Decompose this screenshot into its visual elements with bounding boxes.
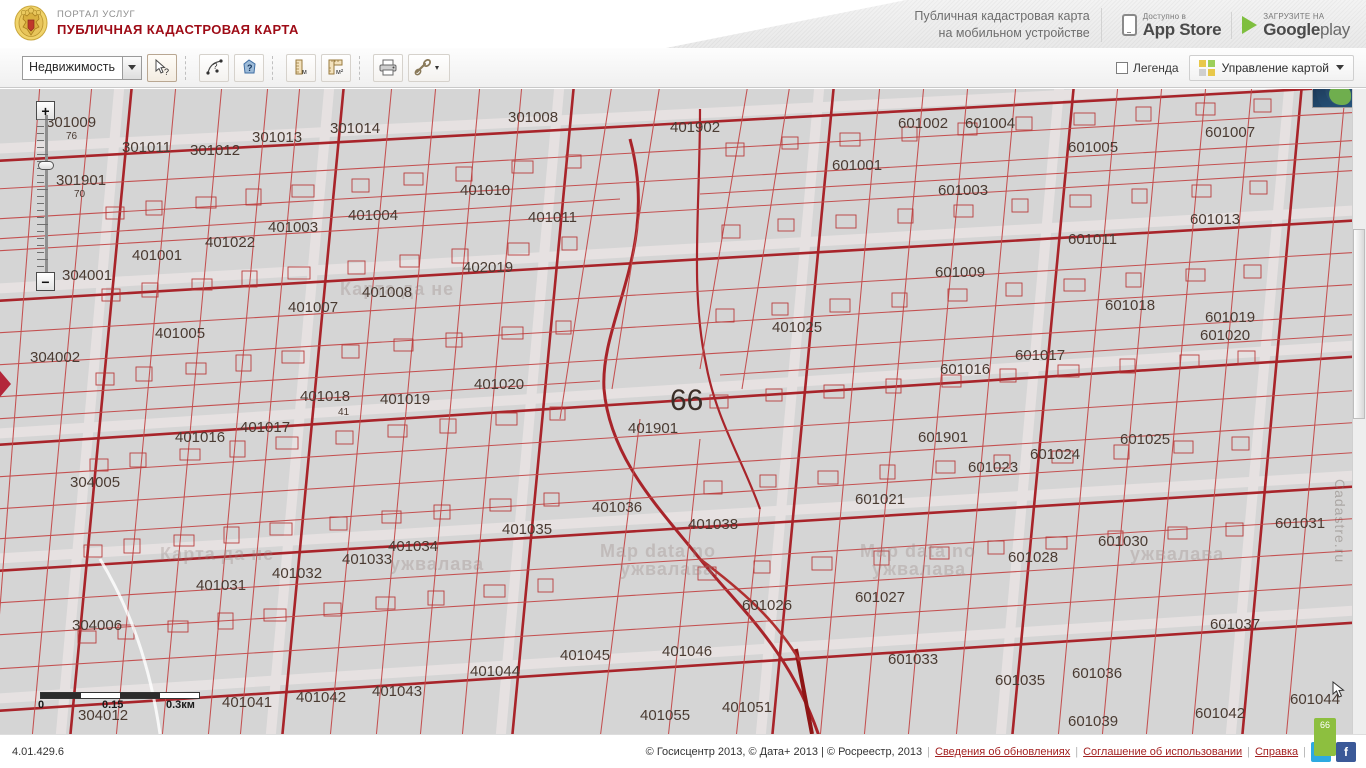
scale-bar-strip xyxy=(40,692,200,699)
rating-badge[interactable]: 66 xyxy=(1314,718,1336,756)
map-viewport[interactable]: Карта да не Карта да не Map data no ужва… xyxy=(0,89,1366,734)
toolbar-separator xyxy=(185,55,186,80)
brand-title: ПУБЛИЧНАЯ КАДАСТРОВАЯ КАРТА xyxy=(57,21,299,37)
scale-tick-1: 0.15 xyxy=(102,699,124,711)
google-play-label: Googleplay xyxy=(1263,19,1350,39)
polyline-query-button[interactable]: ? xyxy=(199,53,229,82)
play-triangle-icon xyxy=(1242,16,1258,34)
cadastral-map-canvas[interactable] xyxy=(0,89,1366,734)
layer-select-toggle[interactable] xyxy=(122,56,141,79)
legend-label: Легенда xyxy=(1132,60,1179,75)
link-button[interactable] xyxy=(408,53,450,82)
public-cadastral-map-app: ПОРТАЛ УСЛУГ ПУБЛИЧНАЯ КАДАСТРОВАЯ КАРТА… xyxy=(0,0,1366,768)
svg-text:?: ? xyxy=(247,63,253,73)
polygon-query-button[interactable]: ? xyxy=(234,53,264,82)
print-button[interactable] xyxy=(373,53,403,82)
scale-tick-2: 0.3км xyxy=(166,699,195,711)
terms-link[interactable]: Соглашение об использовании xyxy=(1083,746,1242,758)
app-store-button[interactable]: Доступно в App Store xyxy=(1112,11,1233,39)
zoom-slider-ticks xyxy=(36,119,56,273)
grid-squares-icon xyxy=(1198,59,1215,76)
printer-icon xyxy=(379,59,397,76)
chevron-down-icon xyxy=(1336,65,1344,70)
updates-link[interactable]: Сведения об обновлениях xyxy=(935,746,1070,758)
map-control-button[interactable]: Управление картой xyxy=(1188,54,1354,81)
map-edge-watermark: Cadastre.ru xyxy=(1332,479,1348,564)
svg-text:м: м xyxy=(302,69,307,76)
page-header: ПОРТАЛ УСЛУГ ПУБЛИЧНАЯ КАДАСТРОВАЯ КАРТА… xyxy=(0,0,1366,48)
copyright-text: © Госисцентр 2013, © Дата+ 2013 | © Роср… xyxy=(645,745,923,758)
toolbar-right-group: Легенда Управление картой xyxy=(1115,54,1366,81)
divider: | xyxy=(1075,745,1079,758)
layer-select-value: Недвижимость xyxy=(29,59,115,74)
phone-icon xyxy=(1121,14,1137,36)
ruler-meters-icon: м xyxy=(295,59,307,76)
svg-text:?: ? xyxy=(164,67,169,77)
header-right-block: Публичная кадастровая карта на мобильном… xyxy=(914,4,1360,46)
page-footer: 4.01.429.6 © Госисцентр 2013, © Дата+ 20… xyxy=(0,718,1366,768)
toolbar-separator xyxy=(359,55,360,80)
toolbar-separator xyxy=(272,55,273,80)
scale-bar: 0 0.15 0.3км xyxy=(38,692,200,712)
polygon-question-icon: ? xyxy=(242,59,256,74)
divider: | xyxy=(1303,745,1306,758)
divider: | xyxy=(927,745,931,758)
brand-subtitle: ПОРТАЛ УСЛУГ xyxy=(57,8,136,20)
zoom-slider-handle[interactable] xyxy=(38,161,54,170)
google-play-label-light: play xyxy=(1320,19,1350,39)
legend-checkbox[interactable]: Легенда xyxy=(1115,60,1179,75)
facebook-icon[interactable]: f xyxy=(1336,741,1356,762)
chevron-down-icon xyxy=(128,65,136,70)
measure-length-button[interactable]: м xyxy=(286,53,316,82)
zoom-control[interactable]: + − xyxy=(36,101,56,291)
link-chain-icon xyxy=(414,58,439,76)
map-vertical-scrollbar[interactable] xyxy=(1352,89,1366,734)
map-toolbar: Недвижимость ? ? ? м м² Легенда Управлен… xyxy=(0,48,1366,88)
app-version: 4.01.429.6 xyxy=(12,745,64,758)
legend-checkbox-box[interactable] xyxy=(1115,61,1128,74)
svg-text:м²: м² xyxy=(336,69,344,76)
svg-text:?: ? xyxy=(213,62,218,71)
map-scrollbar-thumb[interactable] xyxy=(1353,229,1365,419)
info-tool-button[interactable]: ? xyxy=(147,53,177,82)
russian-coat-of-arms-icon xyxy=(14,5,48,41)
google-play-button[interactable]: ЗАГРУЗИТЕ НА Googleplay xyxy=(1232,12,1360,39)
layer-select[interactable]: Недвижимость xyxy=(22,55,142,80)
cursor-question-icon: ? xyxy=(155,58,169,77)
brand-block[interactable]: ПОРТАЛ УСЛУГ ПУБЛИЧНАЯ КАДАСТРОВАЯ КАРТА xyxy=(14,5,299,41)
mobile-promo-line1: Публичная кадастровая карта xyxy=(914,9,1090,23)
zoom-out-button[interactable]: − xyxy=(36,272,55,291)
divider: | xyxy=(1247,745,1250,758)
app-store-label: App Store xyxy=(1142,19,1222,39)
measure-area-button[interactable]: м² xyxy=(321,53,351,82)
map-control-label: Управление картой xyxy=(1221,60,1329,75)
toolbar-left-group: Недвижимость ? ? ? м м² xyxy=(0,53,450,82)
footer-links-block: © Госисцентр 2013, © Дата+ 2013 | © Роср… xyxy=(645,741,1366,762)
scale-bar-labels: 0 0.15 0.3км xyxy=(38,699,200,712)
scale-tick-0: 0 xyxy=(38,699,45,711)
ruler-square-meters-icon: м² xyxy=(328,59,344,76)
mobile-promo-text: Публичная кадастровая карта на мобильном… xyxy=(914,8,1102,42)
help-link[interactable]: Справка xyxy=(1255,746,1298,758)
mobile-promo-line2: на мобильном устройстве xyxy=(938,26,1090,40)
polyline-question-icon: ? xyxy=(205,59,223,75)
mouse-cursor-icon xyxy=(1332,681,1345,698)
